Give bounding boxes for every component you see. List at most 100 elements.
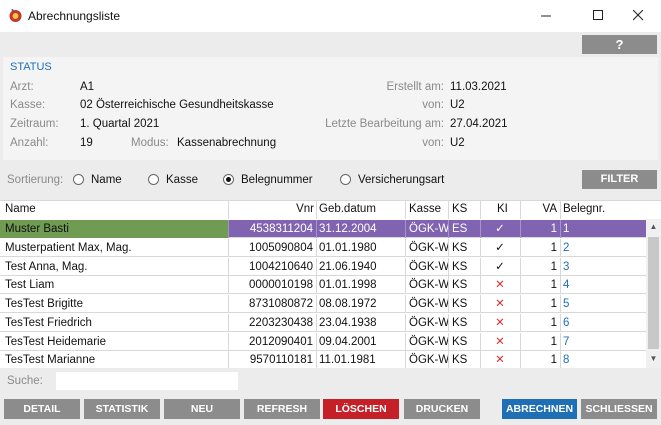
app-icon [9,9,22,22]
arzt-label: Arzt: [10,81,34,93]
cell-ks: KS [448,295,480,313]
col-header-kasse[interactable]: Kasse [409,200,441,219]
filter-button[interactable]: FILTER [582,170,657,189]
table-row[interactable]: Muster Basti 4538311204 31.12.2004 ÖGK-W ES ✓… [0,220,646,238]
column-divider [520,276,521,295]
sort-radio-belegnummer[interactable] [223,174,234,185]
column-divider [520,313,521,332]
column-divider [520,257,521,276]
statistik-button[interactable]: STATISTIK [84,399,160,419]
scroll-up-icon[interactable]: ▲ [646,219,661,235]
cell-kasse: ÖGK-W [405,314,448,332]
col-header-ks[interactable]: KS [452,200,467,219]
sort-option-name[interactable]: Name [91,174,122,186]
sort-option-kasse[interactable]: Kasse [166,174,198,186]
loeschen-button[interactable]: LÖSCHEN [323,399,399,419]
cell-va: 1 [520,351,560,369]
cell-gebdatum-text: 31.12.2004 [319,223,377,235]
cell-vnr-text: 1005090804 [249,241,313,254]
column-divider [480,351,481,370]
zeitraum-label: Zeitraum: [10,118,59,130]
cell-va-text: 1 [550,298,557,310]
bearbeitung-label: Letzte Bearbeitung am: [325,118,444,130]
close-button[interactable] [615,0,661,30]
cell-belegnr-text: 4 [563,279,570,292]
cell-va-text: 1 [550,241,557,254]
table-row[interactable]: Test Anna, Mag. 1004210640 21.06.1940 ÖGK-W… [0,257,646,276]
cell-belegnr-text: 6 [563,316,570,329]
cell-gebdatum: 01.01.1998 [316,276,405,294]
anzahl-label: Anzahl: [10,137,49,149]
cell-kasse-text: ÖGK-W [409,354,448,367]
cell-ks-text: KS [452,279,468,292]
cell-gebdatum-text: 09.04.2001 [319,335,377,348]
sort-radio-versicherungsart[interactable] [340,174,351,185]
col-header-ki[interactable]: KI [497,200,508,219]
sort-option-versicherungsart[interactable]: Versicherungsart [358,174,444,186]
column-divider [560,276,561,295]
cell-belegnr: 3 [560,258,646,276]
cell-ki: ✕ [480,314,520,332]
refresh-button[interactable]: REFRESH [244,399,320,419]
table-row[interactable]: TesTest Friedrich 2203230438 23.04.1938 ÖGK… [0,313,646,332]
cell-va-text: 1 [550,316,557,329]
cross-icon: ✕ [495,316,505,329]
cell-va: 1 [520,239,560,257]
col-header-belegnr[interactable]: Belegnr. [563,200,605,219]
col-header-name[interactable]: Name [5,200,36,219]
column-divider [448,351,449,370]
table-row[interactable]: TesTest Heidemarie 2012090401 09.04.2001 ÖG… [0,332,646,351]
sort-radio-name[interactable] [73,174,84,185]
cell-belegnr-text: 7 [563,335,570,348]
col-header-gebdatum[interactable]: Geb.datum [319,200,376,219]
col-header-vnr[interactable]: Vnr [228,200,314,219]
cell-vnr: 2012090401 [228,333,316,351]
column-divider [448,332,449,351]
scroll-down-icon[interactable]: ▼ [646,351,661,367]
schliessen-button[interactable]: SCHLIESSEN [581,399,657,419]
table-row[interactable]: TesTest Marianne 9570110181 11.01.1981 ÖGK-… [0,351,646,370]
scroll-thumb[interactable] [648,237,659,349]
cell-belegnr-text: 8 [563,354,570,367]
table-row[interactable]: TesTest Brigitte 8731080872 08.08.1972 ÖGK-… [0,295,646,313]
column-divider [480,313,481,332]
cell-belegnr: 5 [560,295,646,313]
cell-name-text: TesTest Marianne [5,354,96,367]
search-label: Suche: [7,375,43,387]
cell-vnr: 1005090804 [228,239,316,257]
search-input[interactable] [56,372,238,390]
cell-ks: KS [448,333,480,351]
modus-value: Kassenabrechnung [177,137,277,149]
column-divider [560,351,561,370]
cell-belegnr-text: 5 [563,298,570,310]
help-button[interactable]: ? [582,35,657,54]
cell-kasse: ÖGK-W [405,295,448,313]
cell-kasse-text: ÖGK-W [409,316,448,329]
cell-kasse: ÖGK-W [405,276,448,294]
cell-kasse-text: ÖGK-W [409,260,448,273]
bearbeitung-value: 27.04.2021 [450,118,508,130]
kasse-label: Kasse: [10,99,46,111]
column-divider [405,276,406,295]
cell-ks: KS [448,351,480,369]
cell-kasse-text: ÖGK-W [409,223,448,235]
column-divider [316,257,317,276]
sort-radio-kasse[interactable] [148,174,159,185]
cell-ks-text: KS [452,241,468,254]
column-divider [316,238,317,257]
col-header-va[interactable]: VA [520,200,558,219]
sort-option-belegnummer[interactable]: Belegnummer [241,174,313,186]
cell-name-text: Muster Basti [5,223,69,235]
column-divider [405,295,406,313]
neu-button[interactable]: NEU [164,399,240,419]
table-row[interactable]: Musterpatient Max, Mag. 1005090804 01.01.1… [0,238,646,257]
column-divider [448,220,449,238]
column-divider [405,257,406,276]
drucken-button[interactable]: DRUCKEN [404,399,480,419]
detail-button[interactable]: DETAIL [4,399,80,419]
abrechnen-button[interactable]: ABRECHNEN [502,399,577,419]
table-row[interactable]: Test Liam 0000010198 01.01.1998 ÖGK-W KS ✕ 1 4 [0,276,646,295]
status-title: STATUS [10,61,52,73]
minimize-button[interactable] [523,0,569,30]
column-divider [560,313,561,332]
